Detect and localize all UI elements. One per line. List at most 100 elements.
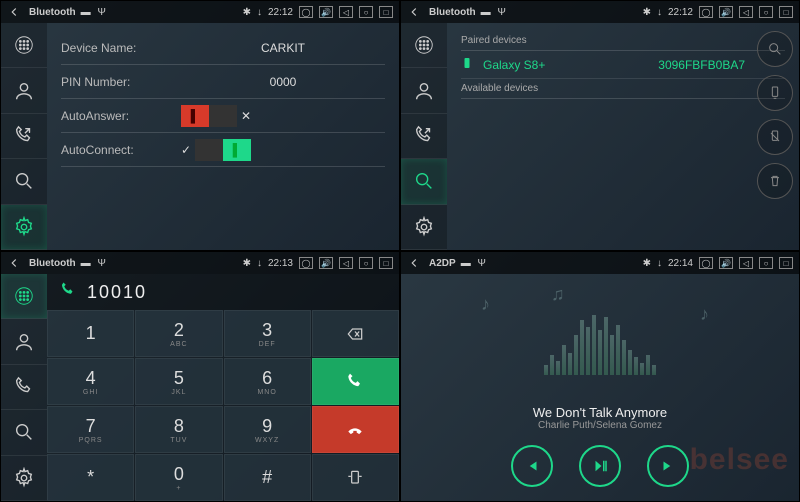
settings-panel: Device Name: CARKIT PIN Number: 0000 Aut… xyxy=(47,23,399,250)
back-icon[interactable] xyxy=(407,256,421,270)
sidebar-settings[interactable] xyxy=(1,205,47,250)
volume-icon[interactable]: 🔊 xyxy=(719,257,733,269)
prev-track-button[interactable] xyxy=(511,445,553,487)
back-icon[interactable] xyxy=(7,5,21,19)
pin-value[interactable]: 0000 xyxy=(181,75,385,89)
key-5[interactable]: 5JKL xyxy=(135,358,222,405)
nav-back-icon[interactable]: ◁ xyxy=(739,257,753,269)
key-6[interactable]: 6MNO xyxy=(224,358,311,405)
key-call[interactable] xyxy=(312,358,399,405)
status-bar: Bluetooth ▬ Ψ ✱ ↓ 22:12 ◯ 🔊 ◁ ○ □ xyxy=(1,1,399,23)
usb-icon: Ψ xyxy=(496,6,508,18)
next-track-button[interactable] xyxy=(647,445,689,487)
screenshot-icon[interactable]: ◯ xyxy=(299,6,313,18)
outgoing-call-icon xyxy=(59,281,77,304)
sidebar-search[interactable] xyxy=(1,159,47,204)
nav-recent-icon[interactable]: □ xyxy=(779,257,793,269)
key-hangup[interactable] xyxy=(312,406,399,453)
key-2[interactable]: 2ABC xyxy=(135,310,222,357)
sd-icon: ▬ xyxy=(80,257,92,269)
volume-icon[interactable]: 🔊 xyxy=(319,6,333,18)
music-note-icon: ♫ xyxy=(551,284,565,305)
music-panel: ♪ ♫ ♪ We Don't Talk Anymore Charlie Puth… xyxy=(401,274,799,501)
sidebar xyxy=(1,23,47,250)
screenshot-icon[interactable]: ◯ xyxy=(699,257,713,269)
status-bar: Bluetooth ▬ Ψ ✱ ↓ 22:12 ◯ 🔊 ◁ ○ □ xyxy=(401,1,799,23)
sidebar-dialpad[interactable] xyxy=(1,274,47,319)
sidebar-search[interactable] xyxy=(1,410,47,455)
nav-recent-icon[interactable]: □ xyxy=(779,6,793,18)
nav-home-icon[interactable]: ○ xyxy=(359,6,373,18)
app-title: Bluetooth xyxy=(29,258,76,269)
sidebar-settings[interactable] xyxy=(401,205,447,250)
screenshot-icon[interactable]: ◯ xyxy=(699,6,713,18)
key-7[interactable]: 7PQRS xyxy=(47,406,134,453)
app-title: Bluetooth xyxy=(29,7,76,18)
app-title: Bluetooth xyxy=(429,7,476,18)
bluetooth-icon: ✱ xyxy=(243,7,251,18)
key-hash[interactable]: # xyxy=(224,454,311,501)
back-icon[interactable] xyxy=(407,5,421,19)
watermark: belsee xyxy=(690,443,789,477)
nav-home-icon[interactable]: ○ xyxy=(759,257,773,269)
sidebar-calllog[interactable] xyxy=(1,365,47,410)
bluetooth-icon: ✱ xyxy=(643,7,651,18)
volume-icon[interactable]: 🔊 xyxy=(719,6,733,18)
download-icon: ↓ xyxy=(657,7,662,18)
key-star[interactable]: * xyxy=(47,454,134,501)
sidebar-dialpad[interactable] xyxy=(401,23,447,68)
status-bar: A2DP ▬ Ψ ✱ ↓ 22:14 ◯ 🔊 ◁ ○ □ xyxy=(401,252,799,274)
key-4[interactable]: 4GHI xyxy=(47,358,134,405)
sidebar-contacts[interactable] xyxy=(401,68,447,113)
sidebar-dialpad[interactable] xyxy=(1,23,47,68)
nav-home-icon[interactable]: ○ xyxy=(359,257,373,269)
paired-device-row[interactable]: Galaxy S8+ 3096FBFB0BA7 xyxy=(461,51,785,79)
sidebar-calllog[interactable] xyxy=(401,114,447,159)
search-devices-button[interactable] xyxy=(757,31,793,67)
pair-device-button[interactable] xyxy=(757,75,793,111)
play-pause-button[interactable] xyxy=(579,445,621,487)
nav-home-icon[interactable]: ○ xyxy=(759,6,773,18)
key-1[interactable]: 1 xyxy=(47,310,134,357)
dialer-display: 10010 xyxy=(47,274,399,310)
sd-icon: ▬ xyxy=(80,6,92,18)
autoanswer-toggle[interactable]: ▌✕ xyxy=(181,105,385,127)
sidebar xyxy=(401,23,447,250)
clock-text: 22:12 xyxy=(268,7,293,18)
paired-devices-header: Paired devices xyxy=(461,31,785,51)
autoconnect-toggle[interactable]: ✓▌ xyxy=(181,139,385,161)
key-3[interactable]: 3DEF xyxy=(224,310,311,357)
autoconnect-label: AutoConnect: xyxy=(61,143,181,157)
key-9[interactable]: 9WXYZ xyxy=(224,406,311,453)
back-icon[interactable] xyxy=(7,256,21,270)
sidebar-contacts[interactable] xyxy=(1,68,47,113)
device-name-value[interactable]: CARKIT xyxy=(181,41,385,55)
key-0[interactable]: 0+ xyxy=(135,454,222,501)
nav-recent-icon[interactable]: □ xyxy=(379,257,393,269)
key-8[interactable]: 8TUV xyxy=(135,406,222,453)
clock-text: 22:12 xyxy=(668,7,693,18)
sidebar-calllog[interactable] xyxy=(1,114,47,159)
sidebar-search[interactable] xyxy=(401,159,447,204)
sidebar-settings[interactable] xyxy=(1,456,47,501)
disconnect-device-button[interactable] xyxy=(757,119,793,155)
nav-back-icon[interactable]: ◁ xyxy=(339,257,353,269)
phone-icon xyxy=(461,57,473,72)
usb-icon: Ψ xyxy=(476,257,488,269)
key-backspace[interactable] xyxy=(312,310,399,357)
download-icon: ↓ xyxy=(257,7,262,18)
pin-label: PIN Number: xyxy=(61,75,181,89)
nav-recent-icon[interactable]: □ xyxy=(379,6,393,18)
delete-device-button[interactable] xyxy=(757,163,793,199)
bluetooth-icon: ✱ xyxy=(243,258,251,269)
volume-icon[interactable]: 🔊 xyxy=(319,257,333,269)
sidebar-contacts[interactable] xyxy=(1,319,47,364)
nav-back-icon[interactable]: ◁ xyxy=(339,6,353,18)
device-name: Galaxy S8+ xyxy=(483,58,545,72)
app-title: A2DP xyxy=(429,258,456,269)
usb-icon: Ψ xyxy=(96,257,108,269)
key-transfer[interactable] xyxy=(312,454,399,501)
equalizer-visual xyxy=(544,315,656,375)
nav-back-icon[interactable]: ◁ xyxy=(739,6,753,18)
screenshot-icon[interactable]: ◯ xyxy=(299,257,313,269)
